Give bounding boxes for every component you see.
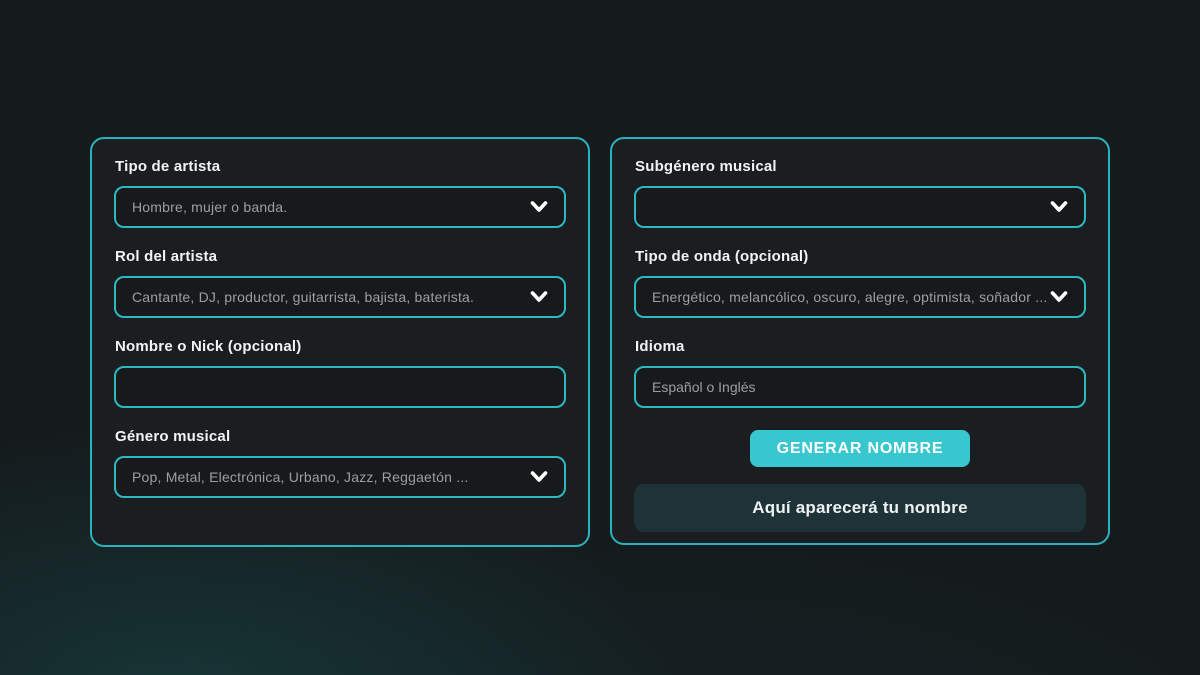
result-display: Aquí aparecerá tu nombre (634, 484, 1086, 532)
idioma-label: Idioma (635, 339, 1086, 355)
rol-del-artista-placeholder: Cantante, DJ, productor, guitarrista, ba… (132, 289, 530, 305)
generar-nombre-button[interactable]: GENERAR NOMBRE (750, 430, 971, 467)
artist-name-generator-page: { "theme": { "accent": "#2bb3bd", "field… (0, 0, 1200, 675)
artist-form-panel-right: Subgénero musical Tipo de onda (opcional… (610, 137, 1110, 545)
artist-form-panel-left: Tipo de artista Hombre, mujer o banda. R… (90, 137, 590, 547)
chevron-down-icon (530, 290, 548, 304)
subgenero-musical-label: Subgénero musical (635, 159, 1086, 175)
idioma-input[interactable] (634, 366, 1086, 408)
nombre-o-nick-input[interactable] (114, 366, 566, 408)
genero-musical-placeholder: Pop, Metal, Electrónica, Urbano, Jazz, R… (132, 469, 530, 485)
genero-musical-label: Género musical (115, 429, 566, 445)
tipo-de-artista-label: Tipo de artista (115, 159, 566, 175)
genero-musical-select[interactable]: Pop, Metal, Electrónica, Urbano, Jazz, R… (114, 456, 566, 498)
chevron-down-icon (1050, 290, 1068, 304)
rol-del-artista-label: Rol del artista (115, 249, 566, 265)
tipo-de-onda-label: Tipo de onda (opcional) (635, 249, 1086, 265)
rol-del-artista-select[interactable]: Cantante, DJ, productor, guitarrista, ba… (114, 276, 566, 318)
nombre-o-nick-label: Nombre o Nick (opcional) (115, 339, 566, 355)
tipo-de-artista-placeholder: Hombre, mujer o banda. (132, 199, 530, 215)
subgenero-musical-select[interactable] (634, 186, 1086, 228)
chevron-down-icon (1050, 200, 1068, 214)
tipo-de-onda-placeholder: Energético, melancólico, oscuro, alegre,… (652, 289, 1050, 305)
chevron-down-icon (530, 470, 548, 484)
tipo-de-artista-select[interactable]: Hombre, mujer o banda. (114, 186, 566, 228)
tipo-de-onda-select[interactable]: Energético, melancólico, oscuro, alegre,… (634, 276, 1086, 318)
chevron-down-icon (530, 200, 548, 214)
